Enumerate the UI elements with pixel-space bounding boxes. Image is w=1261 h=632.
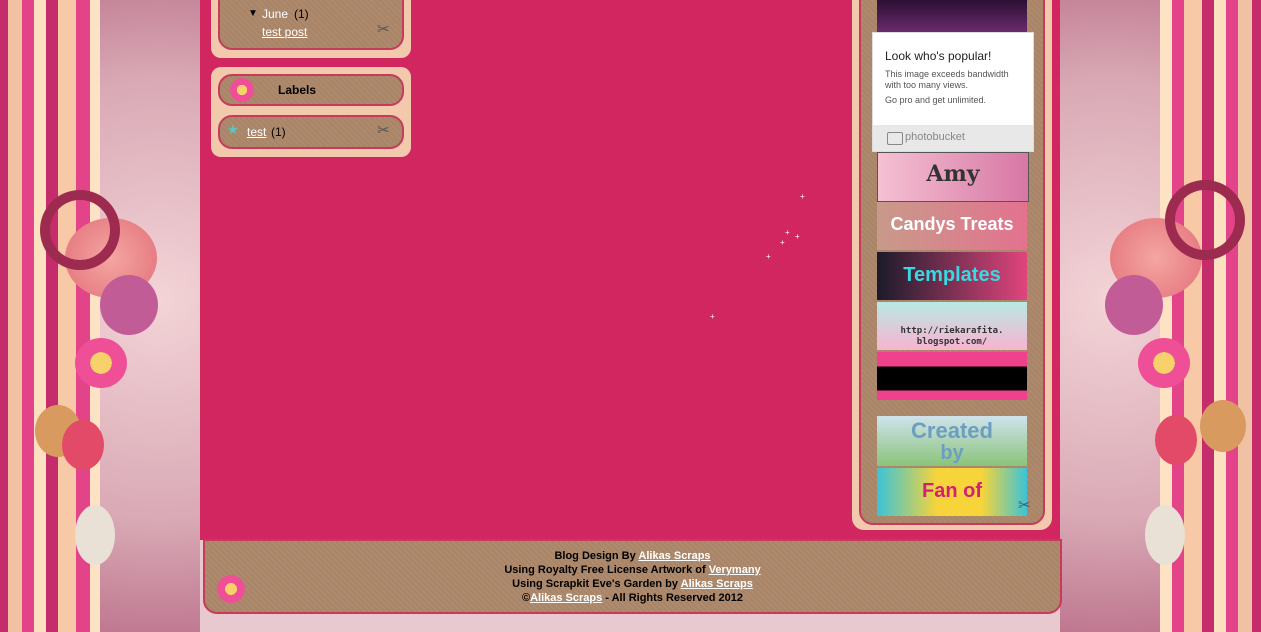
edit-widget-icon[interactable]: ✂ [377, 121, 390, 139]
pink-black-banner[interactable] [877, 352, 1027, 400]
labels-widget: Labels ★ test (1) ✂ [211, 67, 411, 157]
archive-pill: ▼ June (1) test post ✂ [218, 0, 404, 50]
rieka-url-line-2: blogspot.com/ [916, 337, 988, 347]
flower-icon [230, 78, 254, 102]
balloon-decoration [1155, 415, 1197, 465]
fan-of-banner-text: Fan of [922, 480, 982, 502]
footer-credit-line-2: Using Royalty Free License Artwork of Ve… [205, 564, 1060, 576]
sparkle-icon: + [710, 312, 715, 321]
sparkle-icon: + [800, 192, 805, 201]
photobucket-placeholder[interactable]: Look who's popular! This image exceeds b… [872, 32, 1034, 152]
labels-title: Labels [278, 83, 317, 97]
owl-decoration [1145, 505, 1185, 565]
rieka-banner[interactable]: http://riekarafita. blogspot.com/ [877, 302, 1027, 350]
top-banner-image[interactable] [877, 0, 1027, 32]
camera-icon [887, 132, 903, 145]
sparkle-icon: + [780, 238, 785, 247]
heart-decoration [100, 275, 158, 335]
amy-banner-text: Amy [926, 161, 980, 187]
left-decorative-border [0, 0, 200, 632]
footer-text: Blog Design By [554, 550, 639, 562]
blog-footer: Blog Design By Alikas Scraps Using Royal… [203, 539, 1062, 614]
footer-credit-line-3: Using Scrapkit Eve's Garden by Alikas Sc… [205, 578, 1060, 590]
owl-decoration [75, 505, 115, 565]
sparkle-icon: + [766, 252, 771, 261]
edit-widget-icon[interactable]: ✂ [377, 20, 390, 38]
footer-link-verymany[interactable]: Verymany [709, 564, 761, 576]
templates-banner-text: Templates [903, 264, 1001, 286]
footer-link-alikas-scraps[interactable]: Alikas Scraps [530, 592, 602, 604]
photobucket-brand: photobucket [905, 131, 965, 143]
footer-text: - All Rights Reserved 2012 [602, 592, 744, 604]
created-by-banner[interactable]: Created by [877, 416, 1027, 466]
candys-treats-banner[interactable]: Candys Treats [877, 202, 1027, 250]
footer-text: Using Royalty Free License Artwork of [504, 564, 709, 576]
blog-archive-widget: ▼ June (1) test post ✂ [211, 0, 411, 58]
right-decorative-border [1060, 0, 1261, 632]
photobucket-line2: with too many views. [885, 80, 969, 90]
balloon-decoration [62, 420, 104, 470]
footer-link-alikas-scraps[interactable]: Alikas Scraps [638, 550, 710, 562]
star-icon: ★ [227, 122, 239, 137]
rieka-url-line-1: http://riekarafita. [900, 326, 1004, 336]
sparkle-icon: + [785, 228, 790, 237]
edit-widget-icon[interactable]: ✂ [1018, 496, 1031, 514]
labels-list-pill: ★ test (1) ✂ [218, 115, 404, 149]
candy-cane-decoration [1165, 180, 1245, 260]
footer-link-alikas-scraps[interactable]: Alikas Scraps [681, 578, 753, 590]
balloon-decoration [1200, 400, 1246, 452]
created-banner-text: Created [911, 418, 993, 443]
footer-credit-line-4: ©Alikas Scraps - All Rights Reserved 201… [205, 592, 1060, 604]
candys-banner-text: Candys Treats [890, 214, 1014, 234]
amy-blinkie-banner[interactable]: Amy [877, 152, 1029, 202]
archive-month-count: (1) [294, 7, 309, 21]
label-link-test[interactable]: test [247, 125, 266, 139]
fan-of-banner[interactable]: Fan of [877, 468, 1027, 516]
footer-text: © [521, 592, 531, 604]
triangle-down-icon[interactable]: ▼ [248, 8, 258, 19]
photobucket-heading: Look who's popular! [885, 49, 992, 63]
heart-decoration [1105, 275, 1163, 335]
post-link-test-post[interactable]: test post [262, 25, 307, 39]
photobucket-line3: Go pro and get unlimited. [885, 95, 987, 105]
created-by-banner-text: by [940, 442, 964, 464]
candy-cane-decoration [40, 190, 120, 270]
photobucket-line1: This image exceeds bandwidth [885, 69, 1009, 79]
footer-text: Using Scrapkit Eve's Garden by [512, 578, 681, 590]
footer-credit-line-1: Blog Design By Alikas Scraps [205, 550, 1060, 562]
sparkle-icon: + [795, 232, 800, 241]
photobucket-footer: photobucket [873, 125, 1033, 151]
labels-title-pill: Labels [218, 74, 404, 106]
flower-decoration [75, 338, 127, 388]
archive-month-link[interactable]: June [262, 7, 288, 21]
flower-decoration [1138, 338, 1190, 388]
templates-banner[interactable]: Templates [877, 252, 1027, 300]
label-count: (1) [271, 125, 286, 139]
